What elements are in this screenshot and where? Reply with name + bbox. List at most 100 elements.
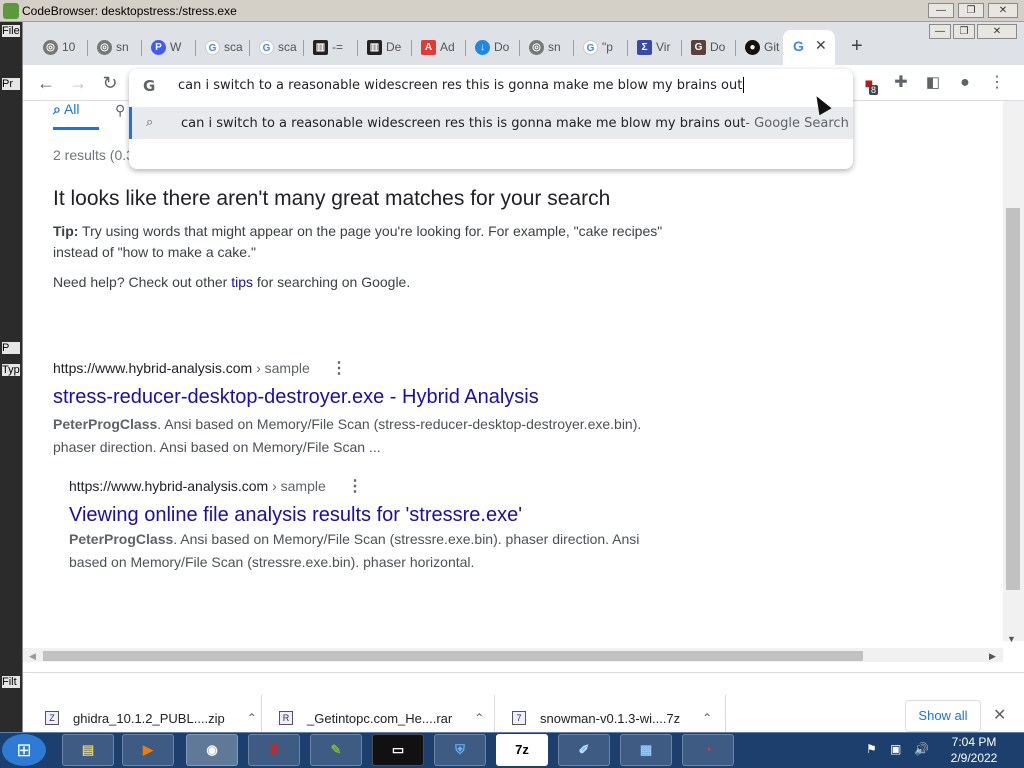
g-icon: G: [691, 39, 706, 55]
explorer-taskbar-icon[interactable]: ▤: [62, 734, 114, 766]
clock-date: 2/9/2022: [950, 751, 998, 765]
download-item[interactable]: 7 snowman-v0.1.3-wi....7z ⌃: [512, 703, 712, 733]
globe-icon: ◎: [43, 39, 58, 55]
google-icon: G: [143, 77, 156, 95]
omnibox-query: can i switch to a reasonable widescreen …: [178, 77, 743, 93]
minimize-button[interactable]: —: [928, 3, 954, 18]
ghidra-filter[interactable]: Filt: [2, 676, 20, 688]
new-tab-button[interactable]: +: [851, 35, 863, 58]
volume-icon[interactable]: 🔊: [914, 742, 929, 756]
map-pin-icon[interactable]: ⚲: [115, 102, 125, 119]
menu-kebab-icon[interactable]: ⋮: [985, 71, 1009, 95]
library-icon: ▥: [313, 39, 328, 55]
vertical-scroll-thumb[interactable]: [1006, 208, 1020, 590]
chrome-minimize-button[interactable]: —: [929, 24, 951, 39]
close-window-button[interactable]: ✕: [988, 3, 1018, 18]
omnibox-dropdown[interactable]: G can i switch to a reasonable widescree…: [129, 69, 853, 169]
tab-13[interactable]: G Do: [683, 34, 731, 60]
result-2-more-icon[interactable]: ⋮: [347, 476, 363, 496]
search-tab-all[interactable]: ⌕ All: [53, 101, 80, 118]
download-icon: ↓: [475, 39, 490, 55]
chrome-window: — ❐ ✕ ◎ 10 ◎ sn PW Gsca Gsca ▥ -= ▥ De A Ad ↓…: [22, 22, 1024, 737]
ghidra-menu-file[interactable]: File: [2, 25, 20, 37]
tab-7[interactable]: ▥ De: [359, 34, 407, 60]
close-downloads-bar-icon[interactable]: ✕: [993, 705, 1006, 725]
tab-12[interactable]: Σ Vir: [629, 34, 677, 60]
network-icon[interactable]: ▣: [890, 742, 901, 756]
tab-10[interactable]: ◎ sn: [521, 34, 569, 60]
tab-1[interactable]: ◎ 10: [35, 34, 83, 60]
tab-active[interactable]: G ✕: [783, 30, 835, 65]
7z-file-icon: 7: [512, 711, 526, 725]
result-2-title-link[interactable]: Viewing online file analysis results for…: [69, 504, 522, 527]
extensions-puzzle-icon[interactable]: ✚: [889, 71, 913, 95]
tab-strip: — ❐ ✕ ◎ 10 ◎ sn PW Gsca Gsca ▥ -= ▥ De A Ad ↓…: [23, 22, 1024, 65]
tab-6[interactable]: ▥ -=: [305, 34, 353, 60]
search-tip: Tip: Try using words that might appear o…: [53, 223, 663, 260]
start-button[interactable]: ⊞: [2, 734, 46, 766]
result-1-title-link[interactable]: stress-reducer-desktop-destroyer.exe - H…: [53, 386, 539, 409]
rar-file-icon: R: [279, 711, 293, 725]
tab-2[interactable]: ◎ sn: [89, 34, 137, 60]
network-error-icon[interactable]: ⚑: [866, 742, 877, 756]
chevron-up-icon[interactable]: ⌃: [702, 711, 712, 725]
close-tab-icon[interactable]: ✕: [815, 37, 827, 54]
chevron-up-icon[interactable]: ⌃: [474, 711, 484, 725]
tab-4[interactable]: Gsca: [197, 34, 245, 60]
tab-8[interactable]: A Ad: [413, 34, 461, 60]
notepadpp-taskbar-icon[interactable]: ✎: [310, 734, 362, 766]
scroll-right-arrow-icon[interactable]: ▶: [989, 651, 996, 662]
google-icon: G: [259, 39, 274, 55]
side-panel-icon[interactable]: ◧: [921, 71, 945, 95]
back-arrow-icon[interactable]: ←: [34, 71, 58, 95]
ghidra-taskbar-icon[interactable]: ♜: [248, 734, 300, 766]
chrome-taskbar-icon[interactable]: ◉: [186, 734, 238, 766]
scroll-down-arrow-icon[interactable]: ▼: [1007, 634, 1016, 644]
omnibox-suggestion[interactable]: ⌕ can i switch to a reasonable widescree…: [129, 107, 853, 139]
media-player-taskbar-icon[interactable]: ▶: [122, 734, 174, 766]
horizontal-scroll-thumb[interactable]: [43, 651, 863, 661]
result-1-more-icon[interactable]: ⋮: [331, 358, 347, 378]
p-icon: P: [151, 39, 166, 55]
snowman-taskbar-icon[interactable]: ◔: [682, 734, 734, 766]
show-all-downloads-button[interactable]: Show all: [905, 700, 981, 732]
ghidra-data-types[interactable]: Type: [2, 364, 20, 376]
chevron-up-icon[interactable]: ⌃: [247, 711, 257, 725]
download-item[interactable]: R _Getintopc.com_He....rar ⌃: [279, 703, 484, 733]
globe-icon: ◎: [97, 39, 112, 55]
download-item[interactable]: Zghidra_10.1.2_PUBL....zip ⌃: [45, 703, 257, 733]
github-icon: ●: [745, 39, 760, 55]
tab-3[interactable]: PW: [143, 34, 191, 60]
profile-avatar-icon[interactable]: ●: [953, 71, 977, 95]
notepad-taskbar-icon[interactable]: ✐: [558, 734, 610, 766]
tab-9[interactable]: ↓ Do: [467, 34, 515, 60]
search-icon: ⌕: [53, 101, 61, 117]
chrome-restore-button[interactable]: ❐: [953, 24, 975, 39]
help-text: Need help? Check out other tips for sear…: [53, 274, 411, 290]
scroll-left-arrow-icon[interactable]: ◀: [29, 651, 36, 662]
7zip-taskbar-icon[interactable]: 7z: [496, 734, 548, 766]
tab-11[interactable]: G "p: [575, 34, 623, 60]
tips-link[interactable]: tips: [231, 274, 253, 290]
ghidra-program-tree[interactable]: Pr: [2, 78, 20, 90]
system-clock[interactable]: 7:04 PM 2/9/2022: [944, 734, 1004, 766]
tab-14[interactable]: ● Git: [737, 34, 785, 60]
library-icon: ▥: [367, 39, 382, 55]
tab-5[interactable]: Gsca: [251, 34, 299, 60]
chrome-close-button[interactable]: ✕: [977, 24, 1017, 39]
ghidra-panel-p[interactable]: P: [2, 342, 20, 354]
cmd-taskbar-icon[interactable]: ▭: [372, 734, 424, 766]
reload-icon[interactable]: ↻: [98, 71, 122, 95]
address-bar-input[interactable]: G can i switch to a reasonable widescree…: [129, 69, 853, 101]
security-taskbar-icon[interactable]: ⛨: [434, 734, 486, 766]
search-icon: ⌕: [146, 115, 154, 130]
suggestion-suffix: - Google Search: [745, 115, 849, 131]
ghidra-side-panel: File Pr P Type Filt: [0, 22, 22, 732]
control-panel-taskbar-icon[interactable]: ▦: [620, 734, 672, 766]
ghidra-titlebar: CodeBrowser: desktopstress:/stress.exe: [0, 0, 1024, 22]
no-match-heading: It looks like there aren't many great ma…: [53, 187, 611, 210]
suggestion-text: can i switch to a reasonable widescreen …: [181, 115, 746, 131]
sigma-icon: Σ: [637, 39, 652, 55]
forward-arrow-icon[interactable]: →: [66, 71, 90, 95]
maximize-button[interactable]: ❐: [958, 3, 984, 18]
